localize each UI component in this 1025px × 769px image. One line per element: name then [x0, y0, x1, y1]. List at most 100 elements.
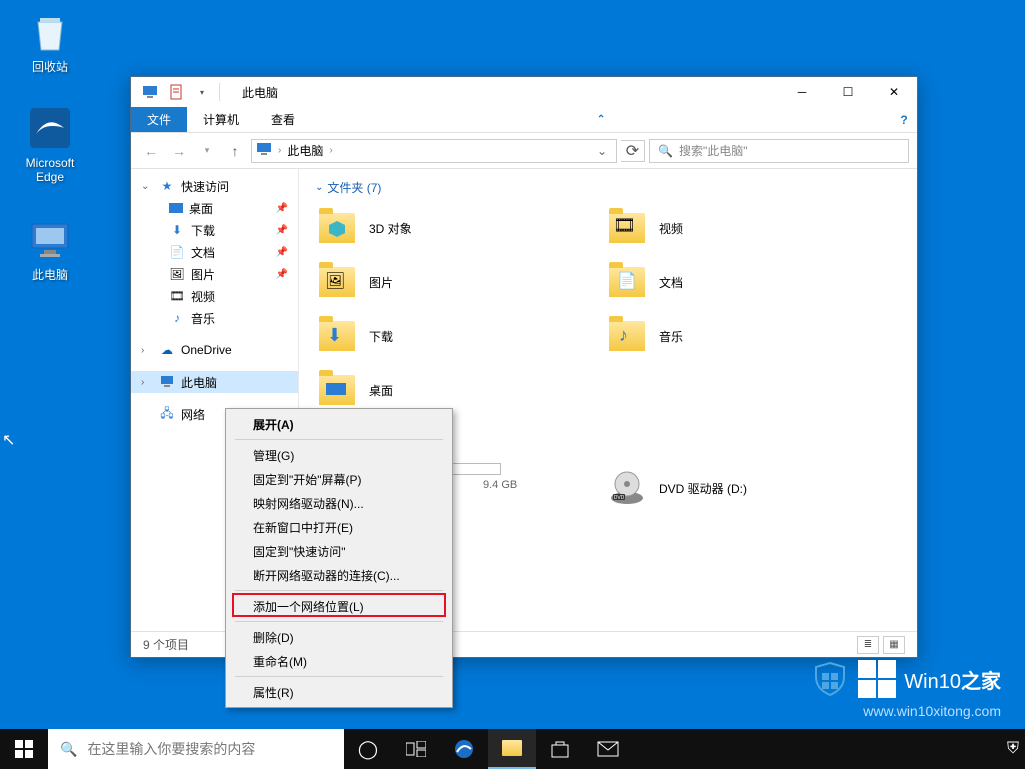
ctx-properties[interactable]: 属性(R)	[229, 680, 449, 704]
desktop-icon-recycle[interactable]: 回收站	[12, 8, 88, 74]
folder-downloads[interactable]: ⬇下载	[315, 312, 565, 360]
nav-quick-access[interactable]: ⌄★快速访问	[131, 175, 298, 197]
ctx-delete[interactable]: 删除(D)	[229, 625, 449, 649]
group-folders[interactable]: ⌄文件夹 (7)	[315, 179, 901, 196]
folder-pictures[interactable]: 🖼图片	[315, 258, 565, 306]
edge-icon	[26, 104, 74, 152]
breadcrumb-thispc[interactable]: 此电脑	[287, 142, 323, 159]
folder-videos[interactable]: 🎞视频	[605, 204, 855, 252]
taskbar-explorer[interactable]	[488, 729, 536, 769]
folder-3d-objects[interactable]: 3D 对象	[315, 204, 565, 252]
thispc-small-icon	[159, 374, 175, 390]
folder-desktop[interactable]: 桌面	[315, 366, 565, 414]
search-icon: 🔍	[60, 741, 77, 758]
nav-history-dropdown[interactable]: ▾	[195, 139, 219, 163]
qat-thispc-icon[interactable]	[139, 81, 161, 103]
nav-onedrive[interactable]: ›☁OneDrive	[131, 339, 298, 361]
ribbon-tab-computer[interactable]: 计算机	[187, 107, 255, 132]
refresh-button[interactable]: ⟳	[621, 140, 645, 162]
qat-dropdown-icon[interactable]: ▾	[191, 81, 213, 103]
taskbar: 🔍 在这里输入你要搜索的内容 ◯ ⛨	[0, 729, 1025, 769]
taskbar-store[interactable]	[536, 729, 584, 769]
navbar: ← → ▾ ↑ › 此电脑 › ⌄ ⟳ 🔍 搜索"此电脑"	[131, 133, 917, 169]
close-button[interactable]: ✕	[871, 77, 917, 107]
start-button[interactable]	[0, 729, 48, 769]
context-menu: 展开(A) 管理(G) 固定到"开始"屏幕(P) 映射网络驱动器(N)... 在…	[225, 408, 453, 708]
music-small-icon: ♪	[169, 310, 185, 326]
drive-dvd[interactable]: DVDDVD 驱动器 (D:)	[605, 464, 855, 512]
search-icon: 🔍	[658, 144, 673, 158]
windows-logo-icon	[858, 660, 896, 698]
qat-properties-icon[interactable]	[165, 81, 187, 103]
taskbar-edge[interactable]	[440, 729, 488, 769]
desktop-icon-label: Microsoft Edge	[12, 156, 88, 185]
document-small-icon: 📄	[169, 244, 185, 260]
view-icons-button[interactable]: ▦	[883, 636, 905, 654]
nav-downloads[interactable]: ⬇下载📌	[131, 219, 298, 241]
nav-desktop[interactable]: 桌面📌	[131, 197, 298, 219]
nav-back-button[interactable]: ←	[139, 139, 163, 163]
network-icon: 🖧	[159, 406, 175, 422]
window-title: 此电脑	[242, 84, 278, 101]
address-bar[interactable]: › 此电脑 › ⌄	[251, 139, 617, 163]
folder-icon: ♪	[607, 316, 647, 356]
address-dropdown[interactable]: ⌄	[592, 144, 612, 158]
shield-icon	[810, 659, 850, 699]
star-icon: ★	[159, 178, 175, 194]
watermark-url: www.win10xitong.com	[810, 703, 1001, 719]
nav-pictures[interactable]: 🖼图片📌	[131, 263, 298, 285]
tray-security-icon[interactable]: ⛨	[1007, 740, 1019, 758]
ctx-pin-quick[interactable]: 固定到"快速访问"	[229, 539, 449, 563]
taskbar-search-placeholder: 在这里输入你要搜索的内容	[87, 739, 255, 759]
desktop-small-icon	[169, 203, 183, 213]
desktop-icon-label: 回收站	[12, 60, 88, 74]
folder-music[interactable]: ♪音乐	[605, 312, 855, 360]
nav-music[interactable]: ♪音乐	[131, 307, 298, 329]
nav-thispc[interactable]: ›此电脑	[131, 371, 298, 393]
pin-icon: 📌	[276, 225, 288, 236]
search-input[interactable]: 🔍 搜索"此电脑"	[649, 139, 909, 163]
ctx-open-new-window[interactable]: 在新窗口中打开(E)	[229, 515, 449, 539]
ctx-expand[interactable]: 展开(A)	[229, 412, 449, 436]
nav-documents[interactable]: 📄文档📌	[131, 241, 298, 263]
folder-icon: 🖼	[317, 262, 357, 302]
maximize-button[interactable]: ☐	[825, 77, 871, 107]
addr-computer-icon	[256, 141, 272, 160]
pin-icon: 📌	[276, 203, 288, 214]
video-small-icon: 🎞	[169, 288, 185, 304]
ribbon-expand-icon[interactable]: ⌃	[588, 107, 614, 132]
ctx-pin-start[interactable]: 固定到"开始"屏幕(P)	[229, 467, 449, 491]
taskbar-cortana[interactable]: ◯	[344, 729, 392, 769]
onedrive-icon: ☁	[159, 342, 175, 358]
ctx-add-network-location[interactable]: 添加一个网络位置(L)	[229, 594, 449, 618]
desktop-icon-edge[interactable]: Microsoft Edge	[12, 104, 88, 185]
minimize-button[interactable]: ─	[779, 77, 825, 107]
view-details-button[interactable]: ≣	[857, 636, 879, 654]
pin-icon: 📌	[276, 247, 288, 258]
titlebar: ▾ 此电脑 ─ ☐ ✕	[131, 77, 917, 107]
ctx-map-drive[interactable]: 映射网络驱动器(N)...	[229, 491, 449, 515]
ribbon-tab-file[interactable]: 文件	[131, 107, 187, 132]
nav-up-button[interactable]: ↑	[223, 139, 247, 163]
folder-icon: 🎞	[607, 208, 647, 248]
system-tray[interactable]: ⛨	[1007, 729, 1025, 769]
ctx-rename[interactable]: 重命名(M)	[229, 649, 449, 673]
nav-forward-button[interactable]: →	[167, 139, 191, 163]
ribbon-tab-view[interactable]: 查看	[255, 107, 311, 132]
folder-documents[interactable]: 📄文档	[605, 258, 855, 306]
help-icon[interactable]: ?	[891, 107, 917, 132]
search-placeholder: 搜索"此电脑"	[679, 142, 748, 159]
drive-free-space: 9.4 GB	[483, 479, 517, 491]
svg-text:DVD: DVD	[614, 495, 625, 501]
dvd-drive-icon: DVD	[607, 468, 647, 508]
picture-small-icon: 🖼	[169, 266, 185, 282]
download-small-icon: ⬇	[169, 222, 185, 238]
nav-videos[interactable]: 🎞视频	[131, 285, 298, 307]
desktop-icon-thispc[interactable]: 此电脑	[12, 216, 88, 282]
pin-icon: 📌	[276, 269, 288, 280]
ctx-disconnect-drive[interactable]: 断开网络驱动器的连接(C)...	[229, 563, 449, 587]
taskbar-taskview[interactable]	[392, 729, 440, 769]
ctx-manage[interactable]: 管理(G)	[229, 443, 449, 467]
taskbar-search[interactable]: 🔍 在这里输入你要搜索的内容	[48, 729, 344, 769]
taskbar-mail[interactable]	[584, 729, 632, 769]
